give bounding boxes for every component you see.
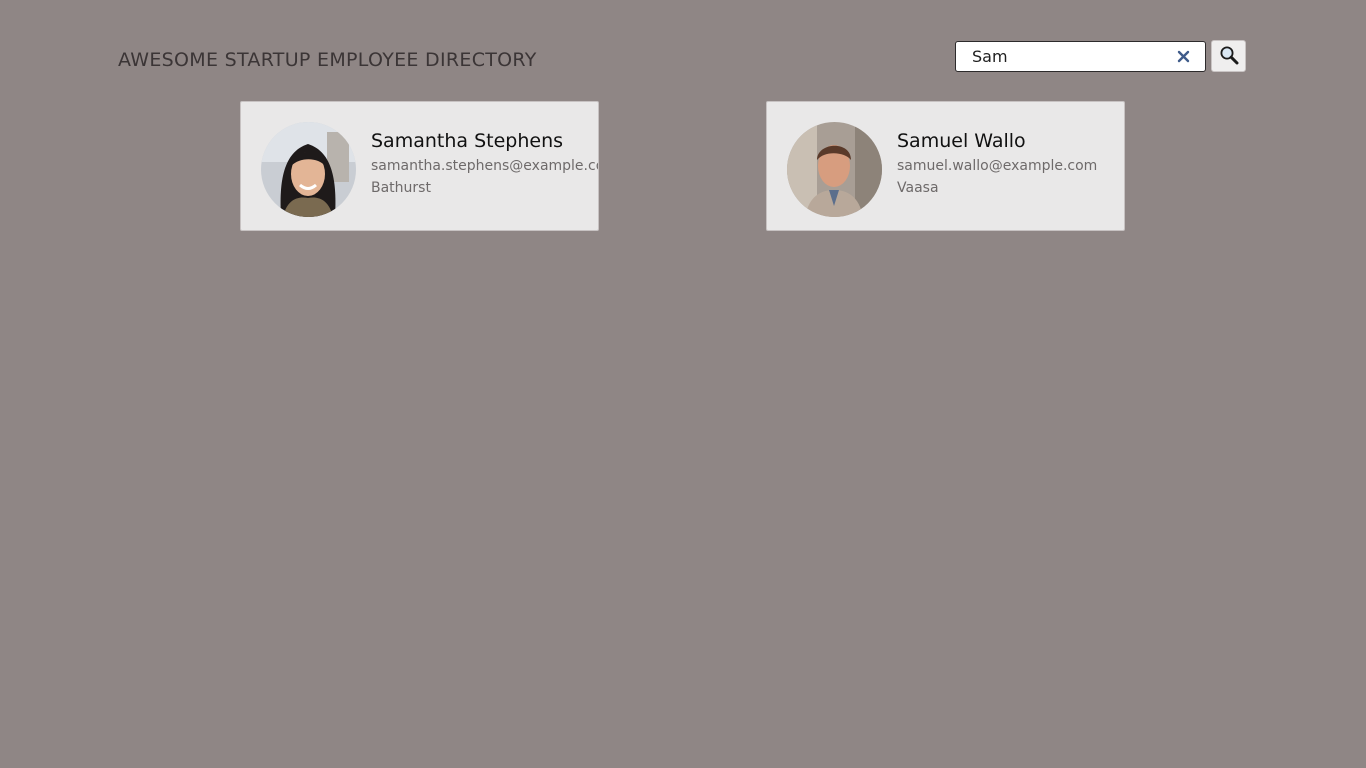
search-form — [955, 40, 1246, 72]
search-button[interactable] — [1211, 40, 1246, 72]
close-icon[interactable] — [1176, 49, 1191, 64]
search-icon — [1219, 45, 1239, 68]
employee-info: Samantha Stephens samantha.stephens@exam… — [371, 130, 599, 196]
employee-city: Bathurst — [371, 180, 431, 196]
employee-city: Vaasa — [897, 180, 939, 196]
employee-card[interactable]: Samuel Wallo samuel.wallo@example.com Va… — [766, 101, 1125, 231]
employee-name: Samuel Wallo — [897, 130, 1026, 152]
employee-email: samantha.stephens@example.com — [371, 158, 599, 174]
avatar — [787, 122, 882, 217]
avatar — [261, 122, 356, 217]
search-box — [955, 40, 1206, 72]
employee-name: Samantha Stephens — [371, 130, 564, 152]
page-title: AWESOME STARTUP EMPLOYEE DIRECTORY — [118, 49, 537, 71]
employee-email: samuel.wallo@example.com — [897, 158, 1098, 174]
employee-info: Samuel Wallo samuel.wallo@example.com Va… — [897, 130, 1097, 196]
employee-directory-page: AWESOME STARTUP EMPLOYEE DIRECTORY Sam S… — [0, 0, 1366, 768]
employee-card[interactable]: Samantha Stephens samantha.stephens@exam… — [240, 101, 599, 231]
search-input[interactable] — [956, 41, 1166, 71]
